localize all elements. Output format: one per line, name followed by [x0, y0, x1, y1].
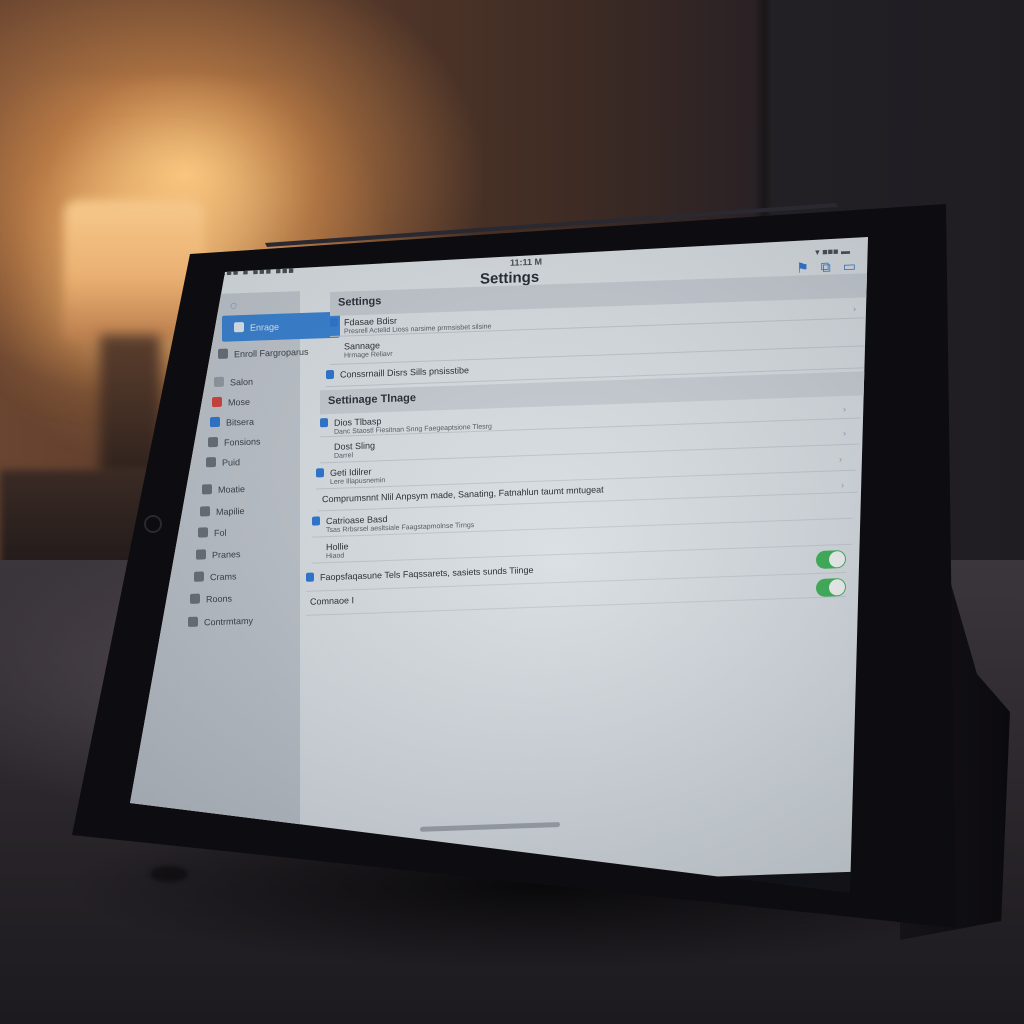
chevron-right-icon: › — [853, 303, 856, 314]
facetime-icon — [188, 616, 198, 627]
sidebar-item[interactable]: Crams — [194, 570, 237, 582]
app-icon — [306, 572, 314, 582]
pencil-icon — [206, 456, 216, 468]
sidebar-item-label: Enroll Fargroparus — [234, 346, 309, 360]
row-label: Comnaoe I — [310, 595, 355, 607]
app-icon — [326, 369, 334, 380]
sidebar-item[interactable]: Fol — [198, 527, 227, 539]
sidebar-item[interactable]: Moatie — [202, 483, 245, 496]
settings-list: Settings Fdasae Bdisr Presrell Actelid Li… — [300, 272, 868, 892]
sidebar-item-label: Bitsera — [226, 416, 255, 428]
chevron-right-icon: › — [843, 403, 846, 415]
row-label: Sannage — [344, 340, 381, 352]
folder-icon — [234, 322, 244, 333]
calendar-icon — [198, 527, 208, 538]
sidebar-item-label: Enrage — [250, 321, 280, 333]
sidebar-item[interactable]: Roons — [190, 592, 232, 604]
sidebar-item-label: Puid — [222, 457, 241, 468]
photo-scene: ■■■ ■ ■■■ ■■■ 11:11 M ▾ ■■■ ▬ Settings ⚑… — [0, 0, 1024, 1024]
row-label: Geti Idilrer — [330, 466, 372, 479]
sidebar-item[interactable]: Mapilie — [200, 505, 245, 518]
row-label: Dost Sling — [334, 440, 376, 452]
settings-app: ■■■ ■ ■■■ ■■■ 11:11 M ▾ ■■■ ▬ Settings ⚑… — [130, 237, 868, 893]
sidebar-item: Enrage — [234, 321, 279, 334]
row-label: Fdasae Bdisr — [344, 315, 398, 328]
toggle-switch[interactable] — [816, 549, 846, 570]
row-label: Faopsfaqasune Tels Faqssarets, sasiets s… — [320, 564, 534, 583]
contacts-icon — [200, 506, 210, 517]
chevron-right-icon: › — [841, 480, 844, 491]
app-icon — [316, 468, 324, 478]
sidebar-item-label: Moatie — [218, 483, 246, 495]
sidebar-item[interactable]: Enroll Fargroparus — [218, 346, 309, 360]
back-icon[interactable]: ◌ — [230, 298, 237, 312]
section-title: Settinage Tlnage — [328, 392, 417, 408]
privacy-icon — [208, 436, 218, 448]
toggle-knob — [829, 579, 845, 596]
row-label: Dios Tlbasp — [334, 416, 382, 428]
toggle-knob — [829, 551, 845, 568]
sidebar-item[interactable]: Pranes — [196, 548, 241, 561]
sidebar-item[interactable]: Fonsions — [208, 435, 261, 448]
notification-icon — [212, 396, 222, 408]
tablet-camera — [144, 515, 162, 533]
app-icon — [320, 418, 328, 428]
row-label: Conssrnaill Disrs Sills pnsisstibe — [340, 365, 470, 380]
person-icon — [218, 348, 228, 359]
reminders-icon — [194, 571, 204, 582]
sidebar-item-label: Contrmtamy — [204, 615, 254, 628]
sidebar-item-label: Mose — [228, 396, 251, 408]
sidebar-item-label: Fonsions — [224, 436, 261, 448]
sidebar-item[interactable]: Bitsera — [210, 416, 254, 429]
sidebar-item[interactable]: Salon — [214, 376, 253, 388]
sidebar-item[interactable]: Contrmtamy — [188, 615, 253, 628]
sidebar-item-label: Roons — [206, 593, 233, 605]
messages-icon — [190, 593, 200, 604]
sidebar-item-label: Salon — [230, 376, 254, 388]
section-title: Settings — [338, 295, 382, 309]
sidebar-item[interactable]: Mose — [212, 396, 250, 408]
chevron-right-icon: › — [839, 454, 842, 465]
notes-icon — [196, 549, 206, 560]
gear-icon — [214, 376, 224, 388]
chevron-right-icon: › — [843, 427, 846, 439]
toggle-switch[interactable] — [816, 577, 846, 598]
sidebar-item-label: Fol — [214, 527, 227, 539]
sidebar-item[interactable]: Puid — [206, 456, 240, 468]
row-label: Hollie — [326, 541, 349, 553]
sidebar-item-label: Mapilie — [216, 506, 245, 517]
mail-icon — [202, 484, 212, 495]
sidebar-item-label: Crams — [210, 571, 237, 583]
app-icon — [312, 516, 320, 526]
app-icon — [330, 317, 338, 328]
sidebar-item-label: Pranes — [212, 549, 241, 561]
display-icon — [210, 416, 220, 428]
